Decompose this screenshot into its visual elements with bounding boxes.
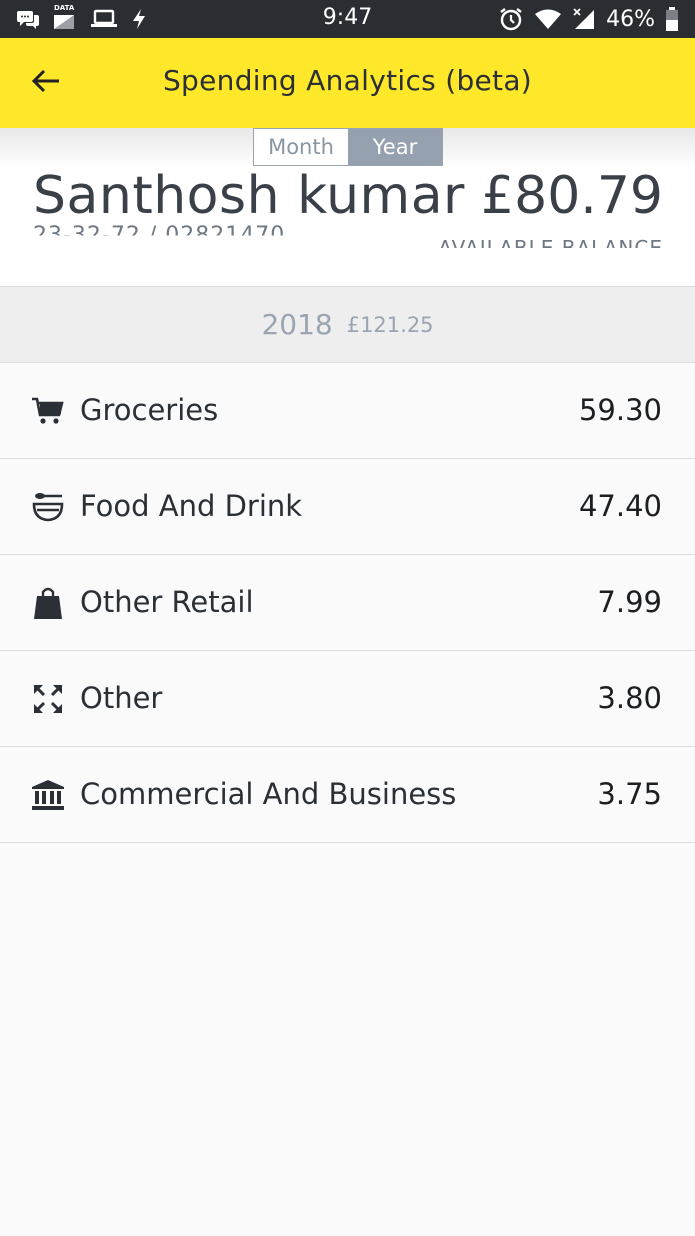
account-number: 23-32-72 / 02821470 bbox=[33, 223, 286, 248]
toggle-month[interactable]: Month bbox=[254, 129, 348, 165]
category-row-groceries[interactable]: Groceries 59.30 bbox=[0, 363, 695, 459]
category-row-commercial-and-business[interactable]: Commercial And Business 3.75 bbox=[0, 747, 695, 843]
year-label: 2018 bbox=[261, 308, 333, 341]
wifi-icon bbox=[534, 8, 562, 30]
account-name: Santhosh kumar bbox=[33, 166, 465, 226]
battery-percent: 46% bbox=[606, 6, 655, 32]
bank-icon bbox=[30, 778, 66, 812]
battery-icon bbox=[665, 6, 679, 32]
year-total: £121.25 bbox=[346, 312, 434, 337]
category-value: 3.80 bbox=[597, 681, 662, 715]
toggle-year[interactable]: Year bbox=[348, 129, 442, 165]
bowl-icon bbox=[30, 490, 66, 524]
category-row-other-retail[interactable]: Other Retail 7.99 bbox=[0, 555, 695, 651]
category-label: Other bbox=[80, 681, 163, 715]
balance-label: AVAILABLE BALANCE bbox=[438, 236, 663, 260]
category-list: Groceries 59.30 Food And Drink 47.40 Oth… bbox=[0, 363, 695, 843]
category-value: 47.40 bbox=[578, 489, 662, 523]
status-right-icons: 46% bbox=[498, 6, 679, 32]
category-value: 3.75 bbox=[597, 777, 662, 811]
app-bar: Spending Analytics (beta) bbox=[0, 38, 695, 128]
category-value: 7.99 bbox=[597, 585, 662, 619]
status-bar: DATA 9:47 46% bbox=[0, 0, 695, 38]
category-value: 59.30 bbox=[578, 393, 662, 427]
page-title: Spending Analytics (beta) bbox=[162, 64, 533, 97]
year-summary: 2018 £121.25 bbox=[0, 286, 695, 363]
category-row-other[interactable]: Other 3.80 bbox=[0, 651, 695, 747]
category-label: Groceries bbox=[80, 393, 219, 427]
cart-icon bbox=[30, 394, 66, 428]
account-balance: £80.79 bbox=[481, 166, 663, 226]
period-toggle: Month Year bbox=[253, 128, 443, 166]
shopping-bag-icon bbox=[30, 586, 66, 620]
account-header: Month Year Santhosh kumar 23-32-72 / 028… bbox=[0, 128, 695, 286]
category-label: Food And Drink bbox=[80, 489, 303, 523]
category-label: Other Retail bbox=[80, 585, 254, 619]
signal-icon bbox=[572, 7, 596, 31]
expand-arrows-icon bbox=[30, 682, 66, 716]
category-label: Commercial And Business bbox=[80, 777, 457, 811]
category-row-food-and-drink[interactable]: Food And Drink 47.40 bbox=[0, 459, 695, 555]
alarm-icon bbox=[498, 6, 524, 32]
